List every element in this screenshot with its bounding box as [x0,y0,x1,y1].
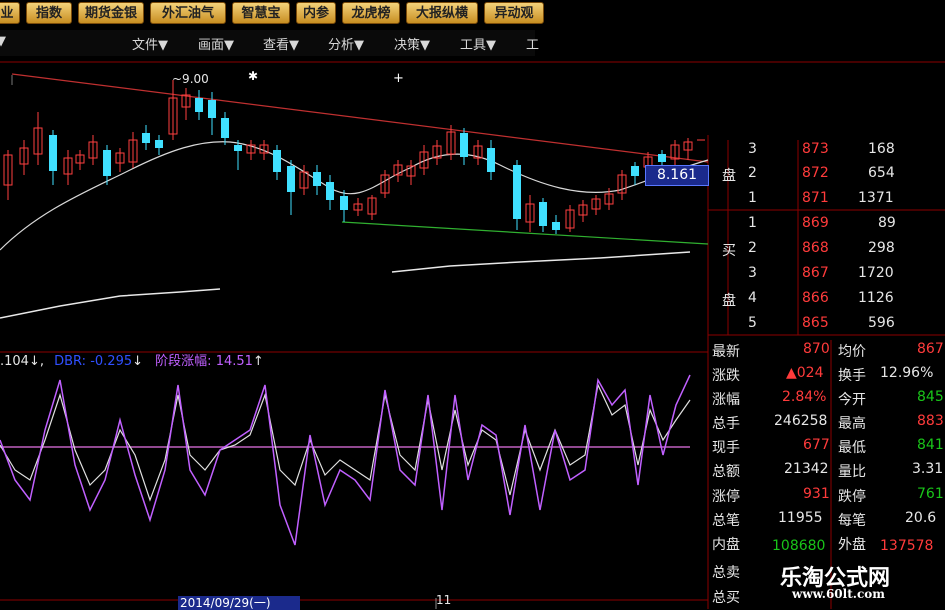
candlesticks [3,80,705,234]
bid-volume: 1126 [858,290,894,306]
bid-price[interactable]: 866 [802,290,829,306]
date-marker: 11 [436,593,452,607]
stat-label: 涨幅 [712,392,740,408]
bid-level: 3 [748,265,757,281]
buy-label: 买 [722,243,736,259]
stat-label: 总手 [712,416,740,432]
high-price-label: ~9.00 [172,72,209,86]
indicator-value-1: .104 [0,354,29,369]
stat-label: 今开 [838,392,866,408]
stat-value: 867 [917,341,944,357]
bid-volume: 1720 [858,265,894,281]
ask-volume: 654 [868,165,895,181]
ask-level: 2 [748,165,757,181]
ask-price[interactable]: 872 [802,165,829,181]
stat-label: 量比 [838,464,866,480]
ask-level: 3 [748,141,757,157]
bid-level: 5 [748,315,757,331]
stat-label: 总额 [712,464,740,480]
ma-long-2 [391,251,691,273]
stat-label: 总卖 [712,565,740,581]
sell-label: 盘 [722,168,736,184]
stat-label: 均价 [838,344,866,360]
stat-label: 总笔 [712,513,740,529]
bid-volume: 596 [868,315,895,331]
stat-label: 内盘 [712,537,740,553]
date-label: 2014/09/29(一) [178,596,300,610]
bid-volume: 89 [878,215,896,231]
stat-label: 最低 [838,440,866,456]
buy-label-2: 盘 [722,293,736,309]
stat-label: 每笔 [838,513,866,529]
indicator-value-2: 0.295 [94,354,133,369]
ask-volume: 168 [868,141,895,157]
stat-value: 12.96% [880,365,934,381]
indicator-line-purple [0,374,691,546]
price-marker: 8.161 [645,165,709,186]
bid-volume: 298 [868,240,895,256]
ask-price[interactable]: 873 [802,141,829,157]
stat-value: 11955 [778,510,823,526]
stat-label: 外盘 [838,537,866,553]
stat-value: 21342 [784,461,829,477]
bid-price[interactable]: 865 [802,315,829,331]
stat-value: 3.31 [912,461,944,477]
bid-price[interactable]: 867 [802,265,829,281]
stat-value: 677 [803,437,830,453]
bid-level: 2 [748,240,757,256]
watermark-url: www.60lt.com [792,587,885,601]
stat-value: 246258 [774,413,828,429]
stat-label: 最高 [838,416,866,432]
stat-label: 最新 [712,344,740,360]
stat-value: 761 [917,486,944,502]
stat-value: 841 [917,437,944,453]
stat-label: 涨跌 [712,368,740,384]
stat-value: 137578 [880,538,934,554]
ma-long-1 [0,288,221,319]
bid-level: 1 [748,215,757,231]
stat-value: 108680 [772,538,826,554]
bid-price[interactable]: 868 [802,240,829,256]
ask-level: 1 [748,190,757,206]
resistance-line [11,73,709,163]
stat-value: ▲024 [786,365,824,381]
stat-value: 883 [917,413,944,429]
stat-label: 跌停 [838,489,866,505]
indicator-header: .104↓, DBR: -0.295↓ 阶段涨幅: 14.51↑ [0,354,264,369]
indicator-value: 14.51 [215,354,253,369]
support-line [341,221,709,245]
stat-value: 2.84% [782,389,827,405]
svg-text:✱: ✱ [248,69,258,83]
ask-price[interactable]: 871 [802,190,829,206]
stat-value: 870 [803,341,830,357]
stat-label: 总买 [712,590,740,606]
indicator-label: 阶段涨幅: [155,354,212,369]
svg-text:+: + [393,71,404,86]
stat-value: 20.6 [905,510,937,526]
stat-value: 845 [917,389,944,405]
stat-label: 换手 [838,368,866,384]
stat-label: 涨停 [712,489,740,505]
stat-label: 现手 [712,440,740,456]
stat-value: 931 [803,486,830,502]
bid-price[interactable]: 869 [802,215,829,231]
bid-level: 4 [748,290,757,306]
ask-volume: 1371 [858,190,894,206]
